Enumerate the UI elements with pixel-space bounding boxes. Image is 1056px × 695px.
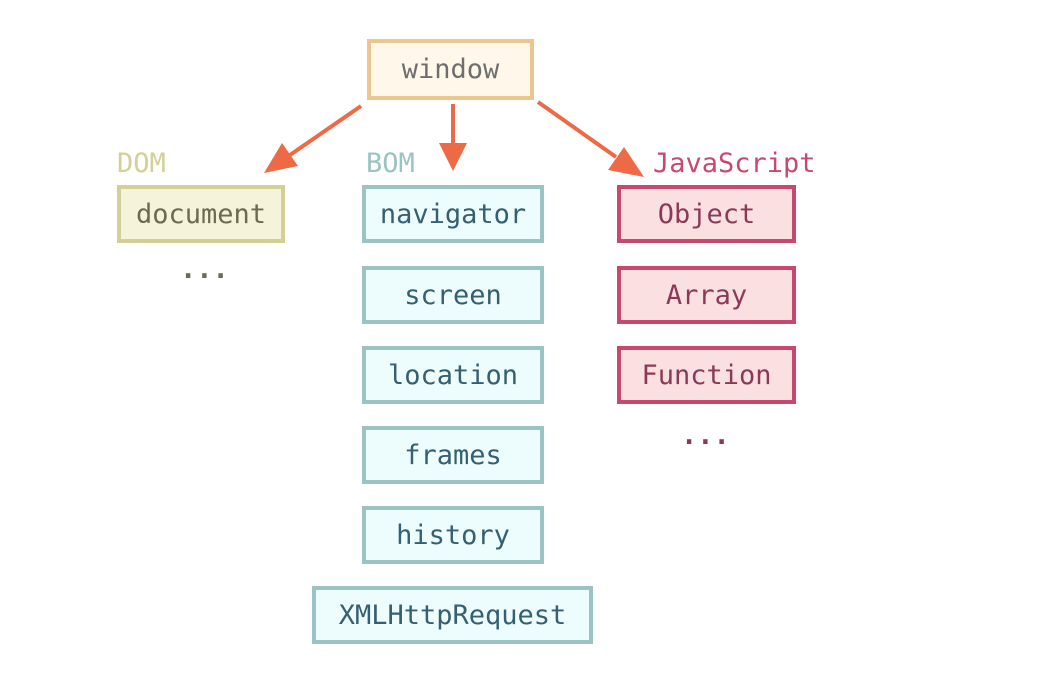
arrow-window-to-bom (439, 104, 467, 171)
function-node: Function (617, 346, 796, 404)
document-node: document (117, 185, 285, 243)
screen-node: screen (362, 266, 544, 324)
arrow-window-to-dom (264, 104, 363, 173)
xmlhttprequest-node: XMLHttpRequest (312, 586, 593, 644)
arrow-window-to-js (536, 100, 644, 177)
bom-label: BOM (366, 148, 415, 179)
navigator-node: navigator (362, 185, 544, 243)
js-more-dots: ... (681, 420, 730, 451)
dom-label: DOM (117, 148, 166, 179)
javascript-label: JavaScript (653, 148, 816, 179)
object-node: Object (617, 185, 796, 243)
dom-more-dots: ... (180, 254, 229, 285)
window-node: window (367, 39, 534, 100)
array-node: Array (617, 266, 796, 324)
location-node: location (362, 346, 544, 404)
history-node: history (362, 506, 544, 564)
frames-node: frames (362, 426, 544, 484)
